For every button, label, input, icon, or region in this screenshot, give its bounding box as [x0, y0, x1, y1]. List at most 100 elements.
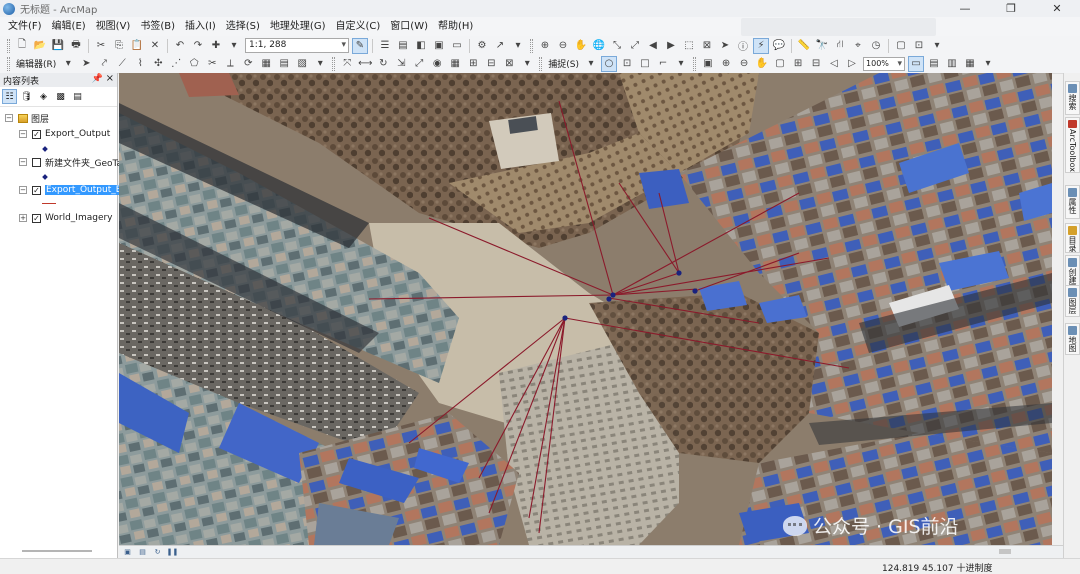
table-of-contents-icon[interactable]: ☰	[377, 38, 393, 54]
georef-tool-icon[interactable]: ⤧	[339, 56, 355, 72]
layout-fixed-zoom-in-icon[interactable]: ⊞	[790, 56, 806, 72]
map-canvas[interactable]	[119, 73, 1052, 545]
minimize-button[interactable]: —	[942, 0, 988, 17]
layer-visibility-checkbox[interactable]: ✓	[32, 185, 41, 195]
save-icon[interactable]: 💾	[50, 38, 66, 54]
add-data-dropdown-icon[interactable]: ▾	[226, 38, 242, 54]
point-symbol-icon[interactable]	[42, 146, 48, 152]
map-tab[interactable]: 地图	[1065, 323, 1080, 355]
layer-visibility-checkbox[interactable]: ✓	[32, 213, 41, 223]
dropdown-icon[interactable]: ▾	[312, 56, 328, 72]
georef-links-icon[interactable]: ⊟	[483, 56, 499, 72]
trace-icon[interactable]: ⌇	[132, 56, 148, 72]
layer-world-imagery[interactable]: + ✓ World_Imagery	[19, 211, 113, 225]
georef-table-icon[interactable]: ◉	[429, 56, 445, 72]
redo-icon[interactable]: ↷	[190, 38, 206, 54]
full-extent-icon[interactable]: 🌐	[591, 38, 607, 54]
attributes-icon[interactable]: ▦	[258, 56, 274, 72]
time-slider-icon[interactable]: ◷	[868, 38, 884, 54]
vertex-snapping-icon[interactable]: □	[637, 56, 653, 72]
magnifier-window-icon[interactable]: ⊡	[911, 38, 927, 54]
layout-view-icon[interactable]: ▤	[137, 547, 148, 557]
menu-help[interactable]: 帮助(H)	[433, 17, 478, 36]
georef-shift-icon[interactable]: ⇲	[393, 56, 409, 72]
copy-icon[interactable]: ⎘	[111, 38, 127, 54]
map-scale-combo[interactable]: 1:1, 288	[245, 38, 349, 53]
straight-segment-icon[interactable]: ⟋	[114, 56, 130, 72]
editor-menu-button[interactable]: 编辑器(R)	[16, 57, 56, 70]
focus-data-frame-icon[interactable]: ▤	[926, 56, 942, 72]
dropdown-icon[interactable]: ▾	[980, 56, 996, 72]
end-snapping-icon[interactable]: ⊡	[619, 56, 635, 72]
edit-vertices-icon[interactable]: ⋰	[168, 56, 184, 72]
layer-visibility-checkbox[interactable]	[32, 157, 41, 167]
list-by-source-icon[interactable]: 🛢	[19, 89, 34, 104]
layout-fixed-zoom-out-icon[interactable]: ⊟	[808, 56, 824, 72]
editor-toolbar-icon[interactable]: ✎	[352, 37, 368, 54]
undo-icon[interactable]: ↶	[172, 38, 188, 54]
model-builder-icon[interactable]: ⚙	[474, 38, 490, 54]
go-to-xy-icon[interactable]: ⌖	[850, 38, 866, 54]
list-by-drawing-order-icon[interactable]: ☷	[2, 89, 17, 104]
georef-update-icon[interactable]: ⊠	[501, 56, 517, 72]
collapse-icon[interactable]: −	[19, 130, 27, 138]
measure-icon[interactable]: 📏	[796, 38, 812, 54]
pause-drawing-icon[interactable]: ❚❚	[167, 547, 179, 557]
delete-icon[interactable]: ✕	[147, 38, 163, 54]
menu-search-box[interactable]	[741, 18, 936, 36]
toc-options-icon[interactable]: ▤	[70, 89, 85, 104]
menu-geoprocessing[interactable]: 地理处理(G)	[265, 17, 331, 36]
menu-edit[interactable]: 编辑(E)	[47, 17, 91, 36]
layout-zoom-in-icon[interactable]: ⊕	[718, 56, 734, 72]
cut-icon[interactable]: ✂	[93, 38, 109, 54]
open-folder-icon[interactable]: 📂	[32, 38, 48, 54]
zoom-in-icon[interactable]: ⊕	[537, 38, 553, 54]
menu-selection[interactable]: 选择(S)	[221, 17, 265, 36]
point-snapping-icon[interactable]: ○	[601, 55, 618, 72]
georef-view-icon[interactable]: ⊞	[465, 56, 481, 72]
toggle-draft-mode-icon[interactable]: ▭	[908, 55, 925, 72]
paste-icon[interactable]: 📋	[129, 38, 145, 54]
edge-snapping-icon[interactable]: ⌐	[655, 56, 671, 72]
map-display[interactable]	[119, 73, 1052, 545]
dropdown-icon[interactable]: ▾	[673, 56, 689, 72]
menu-view[interactable]: 视图(V)	[91, 17, 136, 36]
catalog-tab[interactable]: 目录	[1065, 223, 1080, 253]
toolbar-grip[interactable]	[332, 56, 336, 71]
layout-forward-icon[interactable]: ▷	[844, 56, 860, 72]
expand-icon[interactable]: +	[19, 214, 27, 222]
dropdown-icon[interactable]: ▾	[583, 56, 599, 72]
pan-hand-icon[interactable]: ✋	[573, 38, 589, 54]
layer-visibility-checkbox[interactable]: ✓	[32, 129, 41, 139]
georef-link-icon[interactable]: ⟷	[357, 56, 373, 72]
split-icon[interactable]: ⟂	[222, 56, 238, 72]
line-symbol-icon[interactable]	[42, 203, 56, 204]
georef-scale-icon[interactable]: ⤢	[411, 56, 427, 72]
identify-icon[interactable]: ⓘ	[735, 38, 751, 54]
arctoolbox-tab[interactable]: ArcToolbox	[1065, 117, 1080, 173]
fixed-zoom-out-icon[interactable]: ⤢	[627, 38, 643, 54]
arctoolbox-icon[interactable]: ▣	[431, 38, 447, 54]
layer-export-output[interactable]: − ✓ Export_Output	[19, 127, 110, 141]
menu-insert[interactable]: 插入(I)	[180, 17, 221, 36]
map-horizontal-scrollbar[interactable]	[999, 549, 1011, 554]
print-icon[interactable]: 🖶	[68, 38, 84, 54]
menu-windows[interactable]: 窗口(W)	[385, 17, 433, 36]
attributes-tab[interactable]: 属性	[1065, 185, 1080, 219]
layer-export-output-b[interactable]: − ✓ Export_Output_B	[19, 183, 123, 197]
go-forward-icon[interactable]: ▶	[663, 38, 679, 54]
collapse-icon[interactable]: −	[19, 186, 27, 194]
dropdown-icon[interactable]: ▾	[519, 56, 535, 72]
point-symbol-icon[interactable]	[42, 174, 48, 180]
layers-root-node[interactable]: − 图层	[5, 111, 49, 125]
data-driven-pages-icon[interactable]: ▦	[962, 56, 978, 72]
add-data-icon[interactable]: ✚	[208, 38, 224, 54]
toolbar-grip[interactable]	[530, 38, 533, 53]
point-feature-0[interactable]	[610, 292, 616, 298]
layers-tab[interactable]: 图层	[1065, 285, 1080, 317]
toolbar-grip[interactable]	[693, 56, 697, 71]
layout-zoom-combo[interactable]: 100%	[863, 56, 906, 71]
catalog-icon[interactable]: ▤	[395, 38, 411, 54]
point-feature-3[interactable]	[692, 288, 698, 294]
layout-pan-icon[interactable]: ✋	[754, 56, 770, 72]
